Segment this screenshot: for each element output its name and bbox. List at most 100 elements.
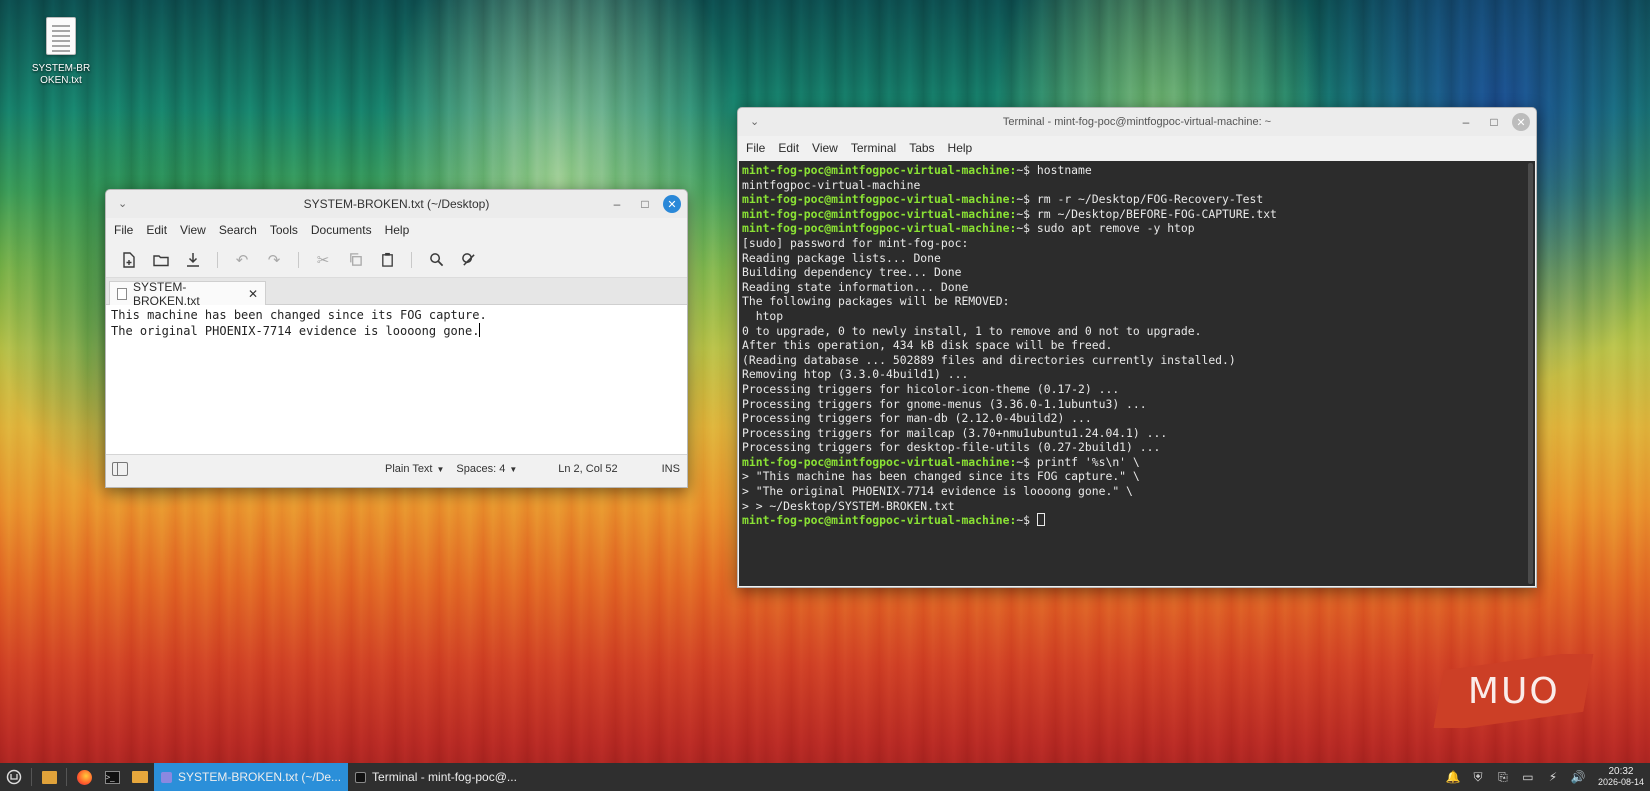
terminal-line: htop (742, 309, 1532, 324)
document-tabs: SYSTEM-BROKEN.txt ✕ (106, 278, 687, 308)
terminal-line: mint-fog-poc@mintfogpoc-virtual-machine:… (742, 513, 1532, 528)
paste-icon[interactable] (374, 247, 400, 273)
menu-file[interactable]: File (109, 220, 138, 240)
text-edit-area[interactable]: This machine has been changed since its … (106, 305, 687, 454)
terminal-scrollbar[interactable] (1528, 163, 1533, 584)
terminal-cursor (1036, 513, 1045, 527)
terminal-text: Processing triggers for hicolor-icon-the… (742, 381, 1120, 396)
firefox-icon[interactable] (73, 766, 95, 788)
terminal-line: (Reading database ... 502889 files and d… (742, 353, 1532, 368)
terminal-line: mint-fog-poc@mintfogpoc-virtual-machine:… (742, 163, 1532, 178)
taskbar-task-editor[interactable]: SYSTEM-BROKEN.txt (~/De... (154, 763, 349, 791)
terminal-text: > "This machine has been changed since i… (742, 469, 1140, 484)
open-icon[interactable] (148, 247, 174, 273)
menu-terminal[interactable]: Terminal (846, 138, 901, 158)
terminal-titlebar[interactable]: ⌄ Terminal - mint-fog-poc@mintfogpoc-vir… (738, 108, 1536, 136)
terminal-prompt-suffix: ~$ (1016, 163, 1037, 177)
terminal-text: Reading state information... Done (742, 279, 969, 294)
terminal-prompt: mint-fog-poc@mintfogpoc-virtual-machine: (742, 513, 1017, 528)
terminal-text: Processing triggers for gnome-menus (3.3… (742, 396, 1147, 411)
menu-file[interactable]: File (741, 138, 770, 158)
terminal-prompt: mint-fog-poc@mintfogpoc-virtual-machine: (742, 221, 1017, 236)
terminal-line: Processing triggers for man-db (2.12.0-4… (742, 411, 1532, 426)
menu-edit[interactable]: Edit (141, 220, 172, 240)
terminal-line: > "The original PHOENIX-7714 evidence is… (742, 484, 1532, 499)
terminal-line: mint-fog-poc@mintfogpoc-virtual-machine:… (742, 207, 1532, 222)
menu-tools[interactable]: Tools (265, 220, 303, 240)
menu-help[interactable]: Help (943, 138, 978, 158)
menu-documents[interactable]: Documents (306, 220, 377, 240)
shield-icon[interactable]: ⛨ (1470, 769, 1486, 785)
editor-app-icon (161, 771, 172, 783)
tab-width-selector[interactable]: Spaces: 4 ▼ (456, 463, 517, 475)
editor-menubar: File Edit View Search Tools Documents He… (106, 218, 687, 242)
menu-help[interactable]: Help (380, 220, 415, 240)
terminal-line: mintfogpoc-virtual-machine (742, 178, 1532, 193)
terminal-line: Removing htop (3.3.0-4build1) ... (742, 367, 1532, 382)
clock[interactable]: 20:32 2026-08-14 (1598, 766, 1644, 788)
terminal-text: Processing triggers for desktop-file-uti… (742, 440, 1161, 455)
terminal-window-title: Terminal - mint-fog-poc@mintfogpoc-virtu… (1002, 116, 1272, 128)
editor-line-2: The original PHOENIX-7714 evidence is lo… (111, 323, 481, 338)
terminal-text: > "The original PHOENIX-7714 evidence is… (742, 484, 1133, 499)
insert-mode: INS (661, 463, 680, 475)
editor-titlebar[interactable]: ⌄ SYSTEM-BROKEN.txt (~/Desktop) – □ ✕ (106, 190, 687, 218)
maximize-button[interactable]: □ (635, 194, 655, 214)
cut-icon[interactable]: ✂ (310, 247, 336, 273)
terminal-text: sudo apt remove -y htop (1036, 221, 1195, 236)
terminal-text: Processing triggers for mailcap (3.70+nm… (742, 425, 1168, 440)
display-icon[interactable]: ▭ (1520, 769, 1536, 785)
desktop-file-label: SYSTEM-BROKEN.txt (31, 63, 91, 86)
close-button[interactable]: ✕ (663, 195, 681, 213)
save-icon[interactable] (180, 247, 206, 273)
terminal-text: rm ~/Desktop/BEFORE-FOG-CAPTURE.txt (1036, 206, 1277, 221)
maximize-button[interactable]: □ (1484, 112, 1504, 132)
cursor-position: Ln 2, Col 52 (558, 463, 618, 475)
menu-view[interactable]: View (175, 220, 211, 240)
terminal-line: Processing triggers for gnome-menus (3.3… (742, 397, 1532, 412)
terminal-line: Processing triggers for mailcap (3.70+nm… (742, 426, 1532, 441)
terminal-launcher-icon[interactable]: >_ (101, 766, 123, 788)
terminal-text: printf '%s\n' \ (1036, 454, 1140, 469)
menu-edit[interactable]: Edit (773, 138, 804, 158)
show-desktop-icon[interactable] (38, 766, 60, 788)
terminal-text: mintfogpoc-virtual-machine (742, 177, 921, 192)
menu-icon[interactable] (3, 766, 25, 788)
close-button[interactable]: ✕ (1512, 113, 1530, 131)
editor-statusbar: Plain Text ▼ Spaces: 4 ▼ Ln 2, Col 52 INS (106, 454, 687, 483)
terminal-line: The following packages will be REMOVED: (742, 294, 1532, 309)
minimize-button[interactable]: – (607, 194, 627, 214)
file-manager-icon[interactable] (129, 766, 151, 788)
window-menu-chevron-icon[interactable]: ⌄ (118, 197, 127, 210)
menu-search[interactable]: Search (214, 220, 262, 240)
window-menu-chevron-icon[interactable]: ⌄ (750, 115, 759, 128)
search-icon[interactable] (423, 247, 449, 273)
language-selector[interactable]: Plain Text ▼ (385, 463, 444, 475)
menu-tabs[interactable]: Tabs (904, 138, 939, 158)
replace-icon[interactable] (455, 247, 481, 273)
redo-icon[interactable]: ↷ (261, 247, 287, 273)
new-document-icon[interactable] (116, 247, 142, 273)
desktop-file-icon[interactable]: SYSTEM-BROKEN.txt (28, 17, 94, 87)
terminal-line: Reading package lists... Done (742, 251, 1532, 266)
copy-icon[interactable] (342, 247, 368, 273)
side-panel-toggle-icon[interactable] (112, 462, 128, 476)
minimize-button[interactable]: – (1456, 112, 1476, 132)
terminal-output[interactable]: mint-fog-poc@mintfogpoc-virtual-machine:… (739, 161, 1535, 586)
terminal-prompt: mint-fog-poc@mintfogpoc-virtual-machine: (742, 454, 1017, 469)
terminal-text: Reading package lists... Done (742, 250, 941, 265)
terminal-prompt-suffix: ~$ (1016, 513, 1037, 528)
clipboard-icon[interactable]: ⎘ (1495, 769, 1511, 785)
document-tab[interactable]: SYSTEM-BROKEN.txt ✕ (109, 280, 266, 308)
terminal-app-icon (355, 771, 367, 783)
notification-bell-icon[interactable]: 🔔 (1445, 769, 1461, 785)
menu-view[interactable]: View (807, 138, 843, 158)
taskbar-task-terminal[interactable]: Terminal - mint-fog-poc@... (348, 763, 524, 791)
terminal-line: Processing triggers for hicolor-icon-the… (742, 382, 1532, 397)
undo-icon[interactable]: ↶ (229, 247, 255, 273)
terminal-text: The following packages will be REMOVED: (742, 294, 1010, 309)
text-caret (479, 323, 481, 337)
volume-icon[interactable]: 🔊 (1570, 769, 1586, 785)
power-icon[interactable]: ⚡ (1545, 769, 1561, 785)
tab-close-icon[interactable]: ✕ (248, 287, 258, 301)
